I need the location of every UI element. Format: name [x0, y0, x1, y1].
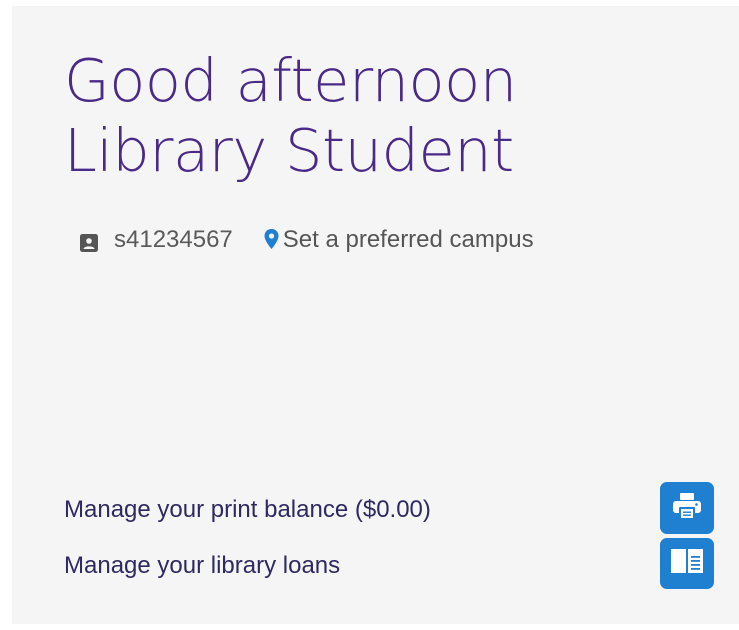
user-meta: s41234567 Set a preferred campus — [80, 226, 534, 254]
print-balance-link[interactable]: Manage your print balance ($0.00) — [64, 496, 431, 524]
user-name: Library Student — [64, 116, 514, 185]
account-summary-card: Good afternoon Library Student s41234567… — [12, 6, 739, 624]
account-actions: Manage your print balance ($0.00) Manage… — [64, 482, 714, 594]
greeting-line: Good afternoon — [64, 46, 517, 115]
student-id: s41234567 — [114, 226, 233, 253]
preferred-campus-label: Set a preferred campus — [282, 226, 534, 253]
print-balance-button[interactable] — [660, 482, 714, 534]
library-loans-button[interactable] — [660, 538, 714, 589]
print-balance-row: Manage your print balance ($0.00) — [64, 482, 714, 538]
open-book-icon — [670, 548, 704, 579]
badge-icon — [80, 231, 98, 252]
preferred-campus-link[interactable]: Set a preferred campus — [263, 226, 534, 254]
greeting-heading: Good afternoon Library Student — [64, 46, 517, 186]
printer-icon — [672, 492, 702, 525]
library-loans-row: Manage your library loans — [64, 538, 714, 594]
library-loans-link[interactable]: Manage your library loans — [64, 552, 340, 580]
location-pin-icon — [263, 228, 280, 252]
